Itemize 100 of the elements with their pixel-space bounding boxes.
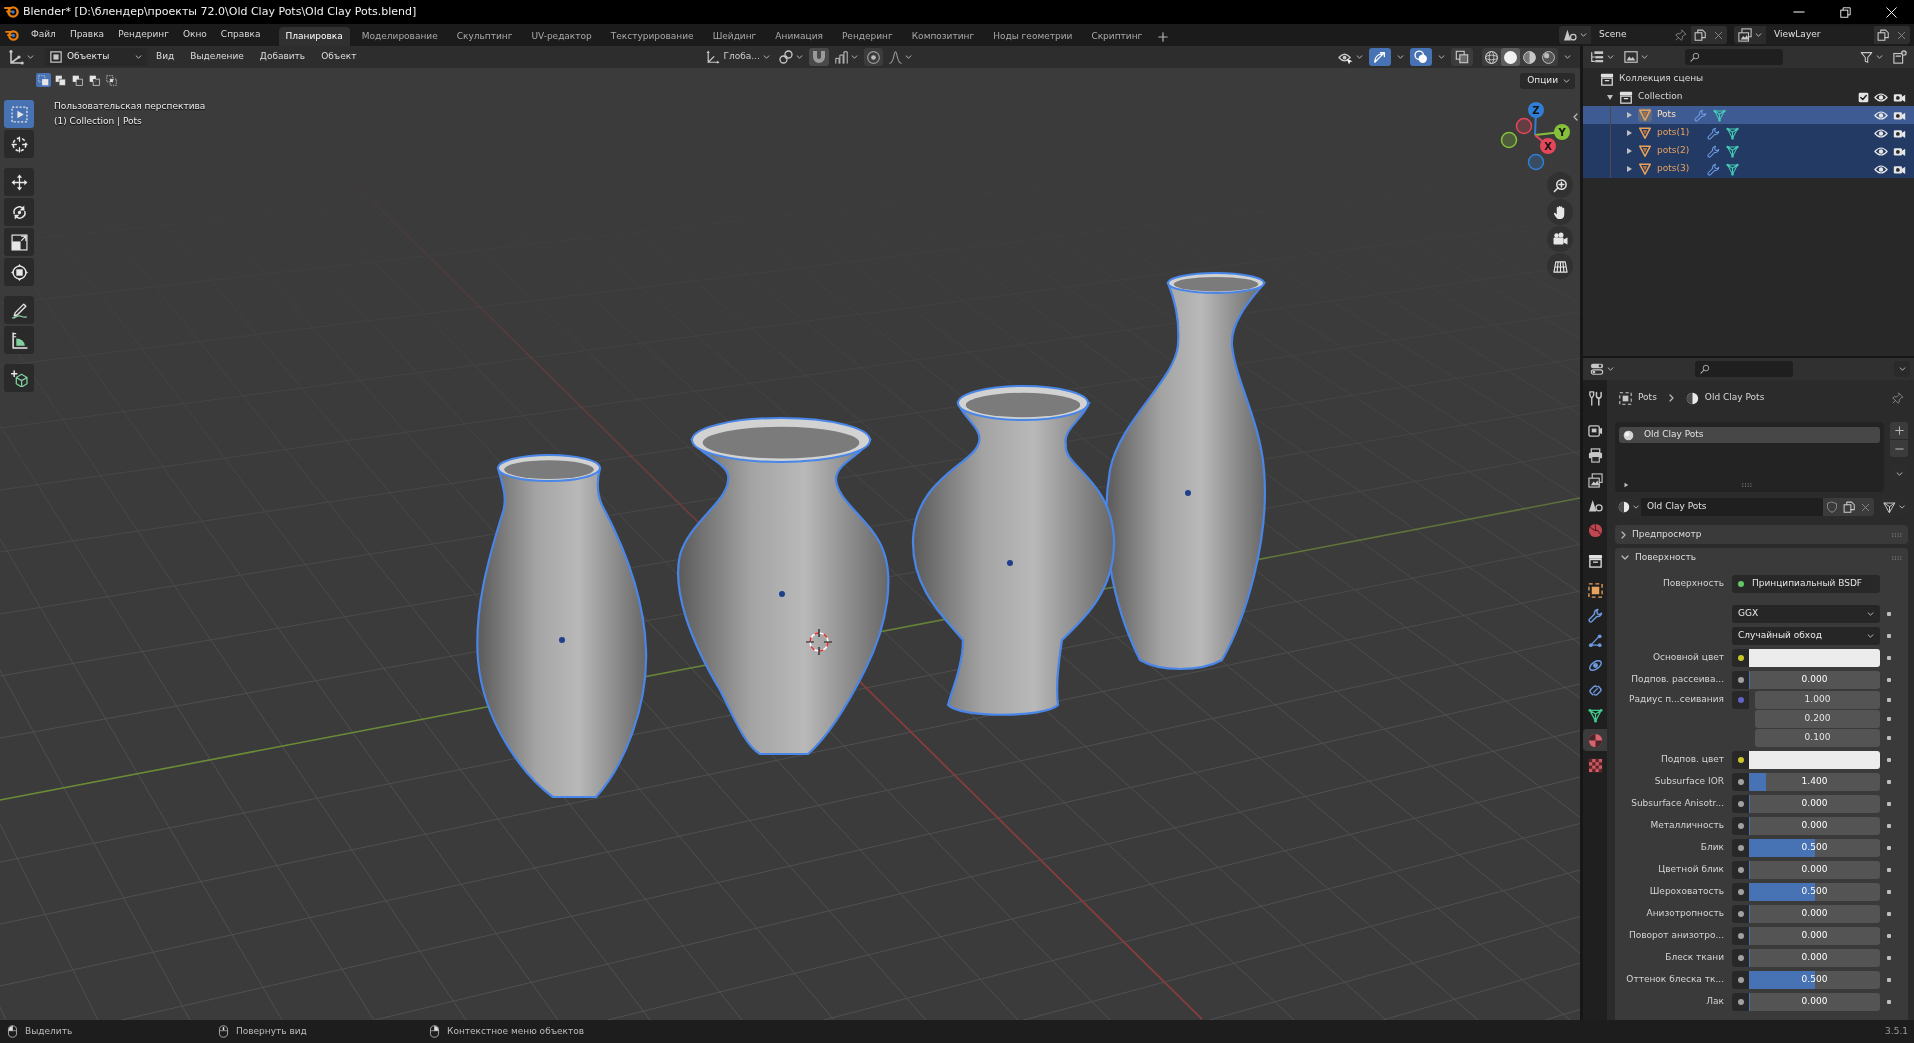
menu-item[interactable]: Окно [175, 25, 214, 45]
slider-field[interactable]: 0.000 [1749, 949, 1880, 967]
outliner-row[interactable]: pots(2) [1583, 142, 1914, 160]
overlays-toggle[interactable] [1410, 48, 1432, 66]
shading-button[interactable] [1482, 48, 1501, 66]
selection-mode-button[interactable] [70, 73, 85, 87]
workspace-tab[interactable]: Текстурирование [603, 27, 701, 46]
socket-button[interactable] [1732, 861, 1749, 879]
socket-button[interactable] [1732, 817, 1749, 835]
wrench-icon[interactable] [1707, 162, 1721, 176]
triangle-mesh-icon[interactable] [1712, 108, 1726, 122]
workspace-tab[interactable]: Планировка [278, 27, 350, 46]
panel-header[interactable]: Предпросмотр [1615, 525, 1908, 544]
tool-button[interactable] [4, 364, 34, 392]
expand-arrow-icon[interactable] [1624, 147, 1633, 155]
outliner-row[interactable]: pots(1) [1583, 124, 1914, 142]
search-field[interactable] [1685, 49, 1783, 65]
outliner-row[interactable]: Коллекция сцены [1583, 70, 1914, 88]
triangle-mesh-icon[interactable] [1726, 144, 1740, 158]
menu-item[interactable]: Выделение [183, 48, 251, 66]
workspace-tab[interactable]: Рендеринг [834, 27, 900, 46]
selection-mode-button[interactable] [87, 73, 102, 87]
number-field[interactable]: 1.000 [1755, 691, 1880, 709]
slider-field[interactable]: 0.000 [1749, 671, 1880, 689]
shader-link-field[interactable]: Принципиальный BSDF [1732, 575, 1880, 593]
eye-icon[interactable] [1874, 163, 1888, 175]
workspace-tab[interactable]: Анимация [768, 27, 830, 46]
menu-item[interactable]: Рендеринг [111, 25, 176, 45]
scene-browse-button[interactable] [1559, 26, 1591, 44]
workspace-tab[interactable]: Ноды геометрии [986, 27, 1080, 46]
shading-button[interactable] [1501, 48, 1520, 66]
eye-icon[interactable] [1874, 109, 1888, 121]
tool-button[interactable] [4, 228, 34, 256]
slider-field[interactable]: 0.500 [1749, 839, 1880, 857]
socket-button[interactable] [1732, 773, 1749, 791]
options-dropdown[interactable]: Опции [1520, 73, 1575, 89]
panel-header[interactable]: Поверхность [1615, 548, 1908, 567]
number-field[interactable]: 0.200 [1755, 710, 1880, 728]
menu-item[interactable]: Добавить [252, 48, 313, 66]
snap-toggle[interactable] [808, 48, 829, 66]
view-layer-name-field[interactable]: ViewLayer [1766, 26, 1874, 44]
delete-view-layer-button[interactable] [1892, 26, 1910, 44]
workspace-tab[interactable]: Скриптинг [1084, 27, 1150, 46]
shading-button[interactable] [1539, 48, 1558, 66]
dropdown-field[interactable]: Случайный обход [1732, 627, 1880, 645]
eye-icon[interactable] [1874, 145, 1888, 157]
triangle-mesh-icon[interactable] [1726, 162, 1740, 176]
unlink-material-button[interactable] [1857, 498, 1874, 516]
x-ray-toggle[interactable] [1451, 48, 1473, 66]
slider-field[interactable]: 0.000 [1749, 795, 1880, 813]
duplicate-material-button[interactable] [1840, 498, 1857, 516]
color-swatch-field[interactable] [1749, 649, 1880, 667]
socket-button[interactable] [1732, 971, 1749, 989]
proportional-edit-toggle[interactable] [863, 48, 883, 66]
outliner-row[interactable]: Pots [1583, 106, 1914, 124]
socket-button[interactable] [1732, 751, 1749, 769]
expand-arrow-icon[interactable] [1624, 111, 1633, 119]
socket-button[interactable] [1732, 905, 1749, 923]
triangle-mesh-icon[interactable] [1726, 126, 1740, 140]
socket-button[interactable] [1732, 671, 1749, 689]
gizmo-toggle[interactable] [1369, 48, 1391, 66]
socket-button[interactable] [1732, 839, 1749, 857]
selection-mode-button[interactable] [53, 73, 68, 87]
new-view-layer-button[interactable] [1874, 26, 1892, 44]
expand-arrow-icon[interactable] [1623, 482, 1629, 488]
socket-button[interactable] [1732, 993, 1749, 1011]
axis-handle[interactable]: Y [1534, 124, 1570, 140]
tool-button[interactable] [4, 168, 34, 196]
menu-item[interactable]: Правка [62, 25, 112, 45]
slider-field[interactable]: 0.500 [1749, 883, 1880, 901]
new-collection-button[interactable] [1890, 48, 1910, 66]
slider-field[interactable]: 0.500 [1749, 971, 1880, 989]
workspace-tab[interactable]: UV-редактор [524, 27, 599, 46]
negative-axis-handle[interactable] [1515, 117, 1533, 135]
socket-button[interactable] [1732, 795, 1749, 813]
selection-mode-button[interactable] [36, 73, 51, 87]
slider-field[interactable]: 0.000 [1749, 993, 1880, 1011]
menu-item[interactable]: Файл [24, 25, 63, 45]
workspace-tab[interactable]: Скульптинг [449, 27, 520, 46]
menu-item[interactable]: Вид [149, 48, 182, 66]
axis-handle[interactable]: Z [1528, 102, 1544, 136]
material-name-field[interactable]: Old Clay Pots [1641, 498, 1823, 516]
tool-button[interactable] [4, 296, 34, 324]
socket-button[interactable] [1732, 883, 1749, 901]
tool-button[interactable] [4, 258, 34, 286]
expand-arrow-icon[interactable] [1605, 93, 1614, 101]
expand-arrow-icon[interactable] [1624, 129, 1633, 137]
tool-button[interactable] [4, 130, 34, 158]
checkbox[interactable] [1858, 91, 1869, 103]
delete-scene-button[interactable] [1709, 26, 1727, 44]
dropdown-button[interactable] [1894, 361, 1910, 377]
outliner-row[interactable]: Collection [1583, 88, 1914, 106]
tool-button[interactable] [4, 198, 34, 226]
eye-icon[interactable] [1874, 91, 1888, 103]
search-field[interactable] [1695, 361, 1793, 377]
slider-field[interactable]: 0.000 [1749, 817, 1880, 835]
tool-button[interactable] [4, 326, 34, 354]
socket-button[interactable] [1732, 949, 1749, 967]
number-field[interactable]: 0.100 [1755, 729, 1880, 747]
workspace-tab[interactable]: Шейдинг [705, 27, 764, 46]
